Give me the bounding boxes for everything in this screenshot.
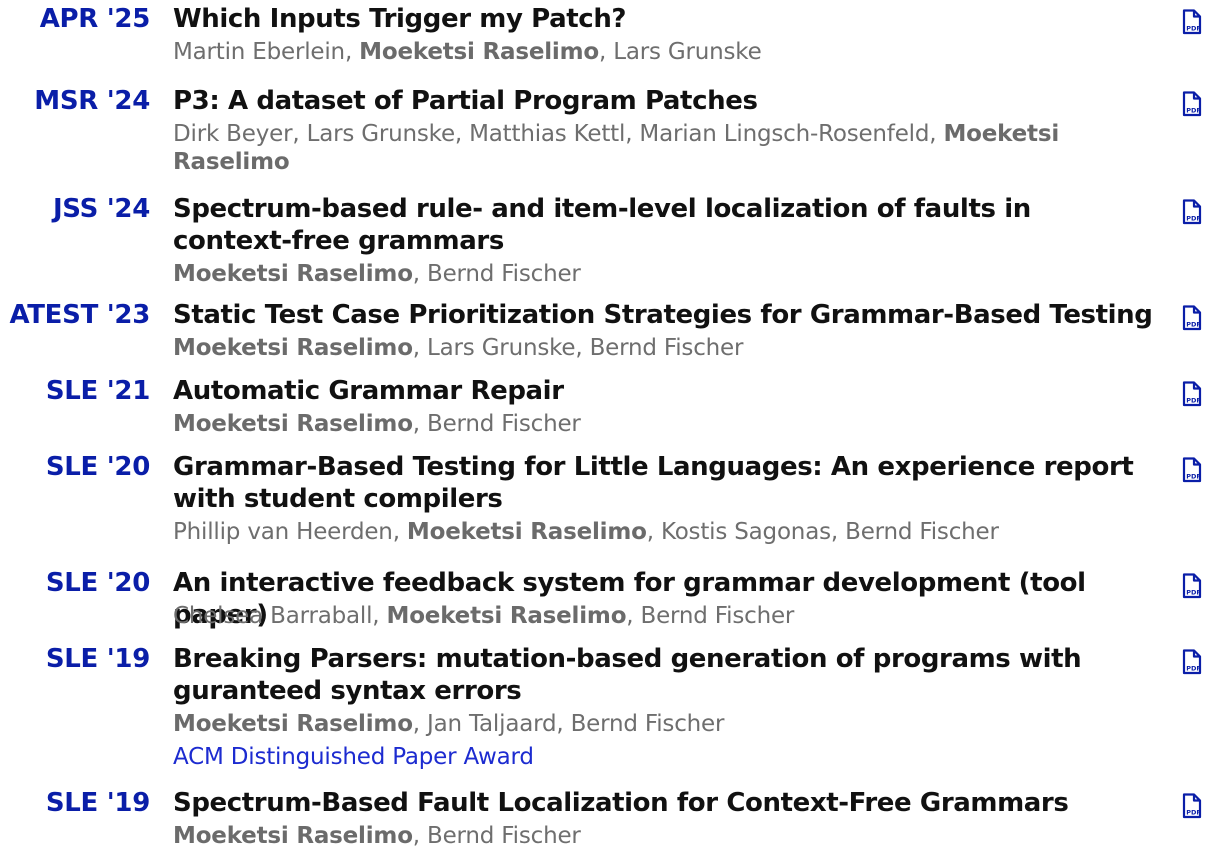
author-name: Bernd Fischer bbox=[845, 519, 999, 545]
author-list: Chelsea Barraball, Moeketsi Raselimo, Be… bbox=[173, 603, 795, 629]
svg-text:PDF: PDF bbox=[1186, 589, 1201, 597]
author-name: Lars Grunske bbox=[613, 39, 762, 65]
author-highlight: Moeketsi Raselimo bbox=[173, 823, 413, 849]
svg-text:PDF: PDF bbox=[1186, 665, 1201, 673]
author-name: Martin Eberlein bbox=[173, 39, 345, 65]
author-name: Bernd Fischer bbox=[640, 603, 795, 629]
author-list: Moeketsi Raselimo, Lars Grunske, Bernd F… bbox=[173, 335, 744, 361]
venue-label: SLE '19 bbox=[45, 788, 150, 818]
pdf-file-icon[interactable]: PDF bbox=[1181, 573, 1203, 599]
paper-title: Grammar-Based Testing for Little Languag… bbox=[173, 452, 1134, 514]
author-list: Dirk Beyer, Lars Grunske, Matthias Kettl… bbox=[173, 121, 1060, 175]
pdf-file-icon[interactable]: PDF bbox=[1181, 793, 1203, 819]
pdf-file-icon[interactable]: PDF bbox=[1181, 305, 1203, 331]
pdf-file-icon[interactable]: PDF bbox=[1181, 9, 1203, 35]
venue-label: SLE '20 bbox=[45, 452, 150, 482]
author-name: Bernd Fischer bbox=[570, 711, 725, 737]
author-name: Matthias Kettl bbox=[469, 121, 626, 147]
author-name: Dirk Beyer bbox=[173, 121, 293, 147]
author-name: Phillip van Heerden bbox=[173, 519, 393, 545]
author-highlight: Moeketsi Raselimo bbox=[173, 711, 413, 737]
author-name: Kostis Sagonas bbox=[660, 519, 831, 545]
author-name: Chelsea Barraball bbox=[173, 603, 373, 629]
venue-label: MSR '24 bbox=[34, 86, 150, 116]
paper-title: Which Inputs Trigger my Patch? bbox=[173, 4, 627, 34]
author-list: Moeketsi Raselimo, Bernd Fischer bbox=[173, 261, 581, 287]
author-highlight: Moeketsi Raselimo bbox=[359, 39, 599, 65]
svg-text:PDF: PDF bbox=[1186, 321, 1201, 329]
venue-label: APR '25 bbox=[39, 4, 151, 34]
pdf-file-icon[interactable]: PDF bbox=[1181, 381, 1203, 407]
author-list: Martin Eberlein, Moeketsi Raselimo, Lars… bbox=[173, 39, 762, 65]
venue-label: JSS '24 bbox=[52, 194, 150, 224]
venue-label: SLE '19 bbox=[45, 644, 150, 674]
author-list: Moeketsi Raselimo, Jan Taljaard, Bernd F… bbox=[173, 711, 725, 737]
author-name: Bernd Fischer bbox=[427, 823, 581, 849]
venue-label: SLE '21 bbox=[45, 376, 150, 406]
author-name: Marian Lingsch-Rosenfeld bbox=[639, 121, 930, 147]
author-highlight: Moeketsi Raselimo bbox=[386, 603, 627, 629]
pdf-file-icon[interactable]: PDF bbox=[1181, 457, 1203, 483]
paper-title: Static Test Case Prioritization Strategi… bbox=[173, 300, 1153, 330]
award-link[interactable]: ACM Distinguished Paper Award bbox=[173, 743, 534, 771]
pdf-file-icon[interactable]: PDF bbox=[1181, 91, 1203, 117]
author-name: Lars Grunske bbox=[306, 121, 456, 147]
author-highlight: Moeketsi Raselimo bbox=[406, 519, 647, 545]
author-highlight: Moeketsi Raselimo bbox=[173, 261, 413, 287]
venue-label: ATEST '23 bbox=[9, 300, 150, 330]
paper-title: Breaking Parsers: mutation-based generat… bbox=[173, 644, 1082, 706]
author-list: Moeketsi Raselimo, Bernd Fischer bbox=[173, 823, 581, 849]
svg-text:PDF: PDF bbox=[1186, 25, 1201, 33]
author-name: Jan Taljaard bbox=[427, 711, 557, 737]
svg-text:PDF: PDF bbox=[1186, 397, 1201, 405]
paper-title: Spectrum-based rule- and item-level loca… bbox=[173, 194, 1031, 256]
author-highlight: Moeketsi Raselimo bbox=[173, 335, 413, 361]
paper-title: Automatic Grammar Repair bbox=[173, 376, 564, 406]
pdf-file-icon[interactable]: PDF bbox=[1181, 649, 1203, 675]
author-list: Moeketsi Raselimo, Bernd Fischer bbox=[173, 411, 581, 437]
author-highlight: Moeketsi Raselimo bbox=[173, 411, 413, 437]
svg-text:PDF: PDF bbox=[1186, 215, 1201, 223]
author-name: Bernd Fischer bbox=[427, 261, 581, 287]
author-name: Bernd Fischer bbox=[427, 411, 581, 437]
pdf-file-icon[interactable]: PDF bbox=[1181, 199, 1203, 225]
paper-title: P3: A dataset of Partial Program Patches bbox=[173, 86, 758, 116]
svg-text:PDF: PDF bbox=[1186, 809, 1201, 817]
author-name: Bernd Fischer bbox=[589, 335, 744, 361]
svg-text:PDF: PDF bbox=[1186, 473, 1201, 481]
venue-label: SLE '20 bbox=[45, 568, 150, 598]
author-name: Lars Grunske bbox=[427, 335, 576, 361]
svg-text:PDF: PDF bbox=[1186, 107, 1201, 115]
paper-title: Spectrum-Based Fault Localization for Co… bbox=[173, 788, 1069, 818]
author-list: Phillip van Heerden, Moeketsi Raselimo, … bbox=[173, 519, 999, 545]
